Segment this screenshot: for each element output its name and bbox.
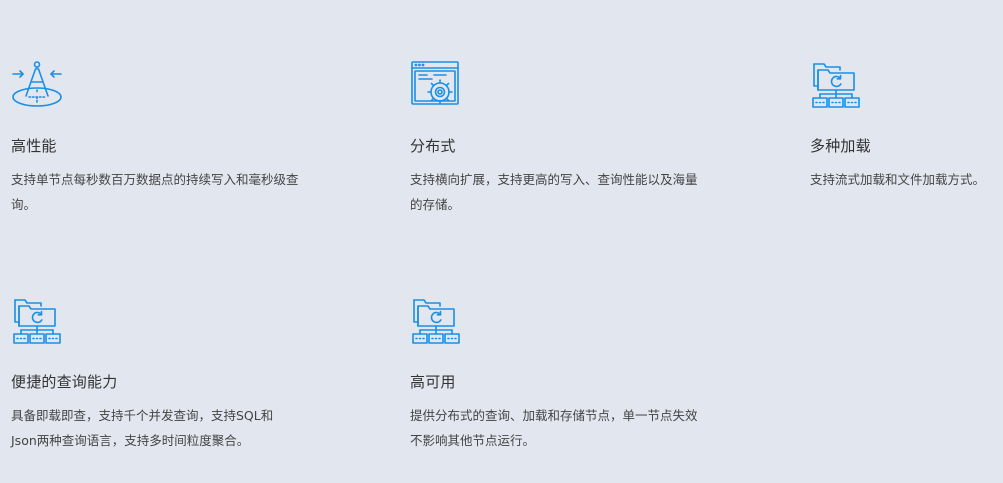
folder-sync-network-icon bbox=[810, 60, 862, 112]
feature-card-high-performance: 高性能 支持单节点每秒数百万数据点的持续写入和毫秒级查询。 bbox=[11, 60, 311, 212]
browser-gear-icon bbox=[410, 60, 462, 112]
feature-description: 支持单节点每秒数百万数据点的持续写入和毫秒级查询。 bbox=[11, 172, 299, 212]
feature-title: 便捷的查询能力 bbox=[11, 373, 118, 391]
feature-description: 具备即载即查，支持千个并发查询，支持SQL和Json两种查询语言，支持多时间粒度… bbox=[11, 408, 274, 448]
feature-card-high-availability: 高可用 提供分布式的查询、加载和存储节点，单一节点失效不影响其他节点运行。 bbox=[410, 296, 710, 448]
feature-description: 支持横向扩展，支持更高的写入、查询性能以及海量的存储。 bbox=[410, 172, 698, 212]
folder-sync-network-icon bbox=[11, 296, 63, 348]
feature-description: 支持流式加载和文件加载方式。 bbox=[810, 172, 986, 187]
feature-title: 高可用 bbox=[410, 373, 456, 391]
feature-description: 提供分布式的查询、加载和存储节点，单一节点失效不影响其他节点运行。 bbox=[410, 408, 698, 448]
feature-title: 多种加载 bbox=[810, 137, 871, 155]
compass-icon bbox=[11, 60, 63, 112]
folder-sync-network-icon bbox=[410, 296, 462, 348]
feature-title: 高性能 bbox=[11, 137, 57, 155]
feature-card-query: 便捷的查询能力 具备即载即查，支持千个并发查询，支持SQL和Json两种查询语言… bbox=[11, 296, 311, 448]
feature-title: 分布式 bbox=[410, 137, 456, 155]
feature-card-distributed: 分布式 支持横向扩展，支持更高的写入、查询性能以及海量的存储。 bbox=[410, 60, 710, 212]
feature-card-multi-load: 多种加载 支持流式加载和文件加载方式。 bbox=[810, 60, 1003, 187]
